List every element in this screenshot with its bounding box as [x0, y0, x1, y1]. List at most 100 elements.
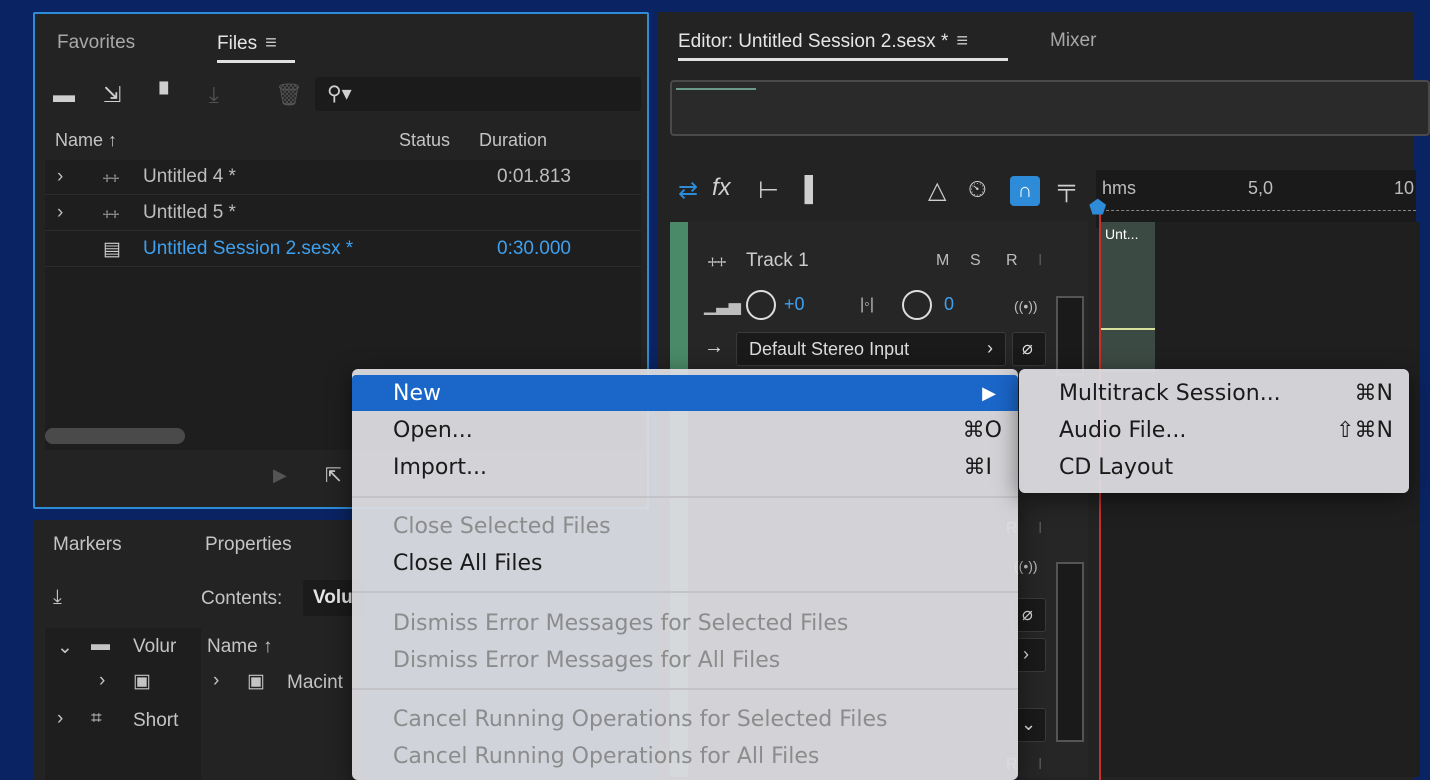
expand-icon[interactable]: › [57, 202, 63, 224]
tree-item-shortcuts[interactable]: Short [133, 710, 178, 732]
menu-item-label: Dismiss Error Messages for All Files [393, 648, 781, 673]
search-icon: ⚲▾ [327, 83, 352, 105]
menu-item-new[interactable]: New ▶ [352, 375, 1018, 411]
menu-shortcut: ⌘O [962, 418, 1002, 443]
track-name[interactable]: Track 1 [746, 250, 809, 272]
input-select-value: Default Stereo Input [749, 339, 910, 359]
list-item-macintosh[interactable]: Macint [287, 672, 343, 694]
phase-icon: ⌀ [1022, 338, 1033, 358]
phase-invert-button[interactable]: ⌀ [1012, 332, 1046, 366]
mute-button[interactable]: M [936, 252, 949, 270]
input-select[interactable]: Default Stereo Input › [736, 332, 1006, 366]
tab-markers[interactable]: Markers [53, 534, 122, 556]
tree-item-volumes[interactable]: Volur [133, 636, 176, 658]
new-submenu: Multitrack Session... ⌘N Audio File... ⇧… [1019, 369, 1409, 493]
menu-item-cancel-all[interactable]: Cancel Running Operations for All Files [352, 738, 1018, 774]
file-row[interactable]: › ⧾⧾ Untitled 4 * 0:01.813 [45, 160, 641, 195]
pan-knob[interactable] [902, 290, 932, 320]
menu-item-dismiss-selected[interactable]: Dismiss Error Messages for Selected File… [352, 605, 1018, 641]
tab-properties[interactable]: Properties [205, 534, 292, 556]
solo-button[interactable]: S [970, 252, 981, 270]
menu-shortcut: ⌘I [963, 455, 993, 480]
file-row[interactable]: › ⧾⧾ Untitled 5 * [45, 196, 641, 231]
snap-icon[interactable]: ∩ [1010, 176, 1040, 206]
search-input[interactable]: ⚲▾ [315, 77, 641, 111]
tab-favorites[interactable]: Favorites [57, 32, 135, 54]
tab-editor[interactable]: Editor: Untitled Session 2.sesx * ≡ [678, 30, 968, 53]
expand-icon[interactable]: › [213, 670, 219, 692]
menu-item-audio-file[interactable]: Audio File... ⇧⌘N [1019, 412, 1409, 448]
expand-icon[interactable]: › [57, 166, 63, 188]
menu-item-label: Import... [393, 455, 487, 480]
track-meter [1056, 562, 1084, 742]
ruler-unit: hms [1102, 178, 1137, 198]
input-monitor-button[interactable]: I [1038, 520, 1042, 538]
expand-icon[interactable]: › [99, 670, 105, 692]
input-monitor-button[interactable]: I [1038, 252, 1042, 270]
menu-item-import[interactable]: Import... ⌘I [352, 449, 1018, 485]
volume-knob[interactable] [746, 290, 776, 320]
shortcut-icon: ⌗ [91, 708, 102, 729]
tab-files[interactable]: Files ≡ [217, 32, 277, 55]
tab-mixer[interactable]: Mixer [1050, 30, 1096, 52]
session-overview[interactable] [670, 80, 1430, 136]
fx-icon[interactable]: fx [712, 174, 731, 202]
column-status[interactable]: Status [399, 130, 450, 151]
menu-item-multitrack-session[interactable]: Multitrack Session... ⌘N [1019, 375, 1409, 411]
panel-menu-icon[interactable]: ≡ [956, 30, 968, 52]
volume-value[interactable]: +0 [784, 294, 805, 315]
menu-item-close-all[interactable]: Close All Files [352, 545, 1018, 581]
import-icon[interactable]: ⇲ [103, 84, 121, 106]
track-meter [1056, 296, 1084, 376]
menu-item-label: Open... [393, 418, 473, 443]
chevron-right-icon: › [987, 338, 993, 358]
menu-item-cancel-selected[interactable]: Cancel Running Operations for Selected F… [352, 701, 1018, 737]
expand-icon[interactable]: › [57, 708, 63, 730]
menu-separator [352, 496, 1018, 498]
file-row[interactable]: ▤ Untitled Session 2.sesx * 0:30.000 [45, 232, 641, 267]
pan-value[interactable]: 0 [944, 294, 954, 315]
panel-menu-icon[interactable]: ≡ [265, 32, 277, 54]
export-icon[interactable]: ⇱ [325, 466, 342, 486]
send-icon[interactable]: ⊢ [758, 176, 779, 205]
download-icon[interactable]: ⤓ [53, 586, 62, 609]
menu-item-label: Multitrack Session... [1059, 381, 1281, 406]
menu-item-cd-layout[interactable]: CD Layout [1019, 449, 1409, 485]
marker-icon[interactable]: ╤ [1058, 174, 1075, 202]
play-icon[interactable]: ▶ [273, 466, 287, 484]
save-icon[interactable]: ⤓ [209, 84, 219, 106]
new-file-icon[interactable]: ▝ [151, 84, 168, 106]
volume-icon: ▁▃▅ [704, 298, 741, 315]
playhead[interactable] [1099, 208, 1101, 780]
menu-item-open[interactable]: Open... ⌘O [352, 412, 1018, 448]
tab-underline [217, 60, 295, 63]
eq-icon[interactable]: ▐ [796, 176, 813, 204]
input-monitor-button[interactable]: I [1038, 756, 1042, 774]
column-name[interactable]: Name ↑ [55, 130, 117, 151]
contents-label: Contents: [201, 588, 283, 609]
record-arm-button[interactable]: R [1006, 252, 1018, 270]
markers-properties-panel: Markers Properties ⤓ Contents: Volu ⌄ ▬ … [33, 520, 363, 780]
menu-item-label: New [393, 381, 441, 406]
swap-icon[interactable]: ⇄ [678, 176, 698, 205]
column-name[interactable]: Name ↑ [207, 636, 272, 658]
timer-icon[interactable]: ⏲ [968, 176, 987, 204]
waveform-icon: ⧾⧾ [103, 169, 120, 186]
time-ruler[interactable]: hms 5,0 10 [1096, 170, 1416, 228]
tab-files-label: Files [217, 33, 258, 54]
collapse-icon[interactable]: ⌄ [57, 636, 73, 659]
horizontal-scrollbar[interactable] [45, 428, 185, 444]
menu-item-label: Close Selected Files [393, 514, 611, 539]
audio-clip[interactable]: Unt... [1100, 222, 1155, 372]
menu-separator [352, 688, 1018, 690]
volume-envelope[interactable] [1101, 328, 1155, 330]
metronome-icon[interactable]: △ [928, 176, 946, 205]
menu-item-dismiss-all[interactable]: Dismiss Error Messages for All Files [352, 642, 1018, 678]
clip-name: Unt... [1105, 226, 1139, 242]
open-folder-icon[interactable]: ▬ [53, 84, 75, 106]
column-duration[interactable]: Duration [479, 130, 547, 151]
menu-item-label: Cancel Running Operations for Selected F… [393, 707, 888, 732]
trash-icon[interactable]: 🗑 [275, 84, 303, 106]
playhead-handle-icon[interactable]: ⬟ [1089, 195, 1106, 220]
menu-item-close-selected[interactable]: Close Selected Files [352, 508, 1018, 544]
